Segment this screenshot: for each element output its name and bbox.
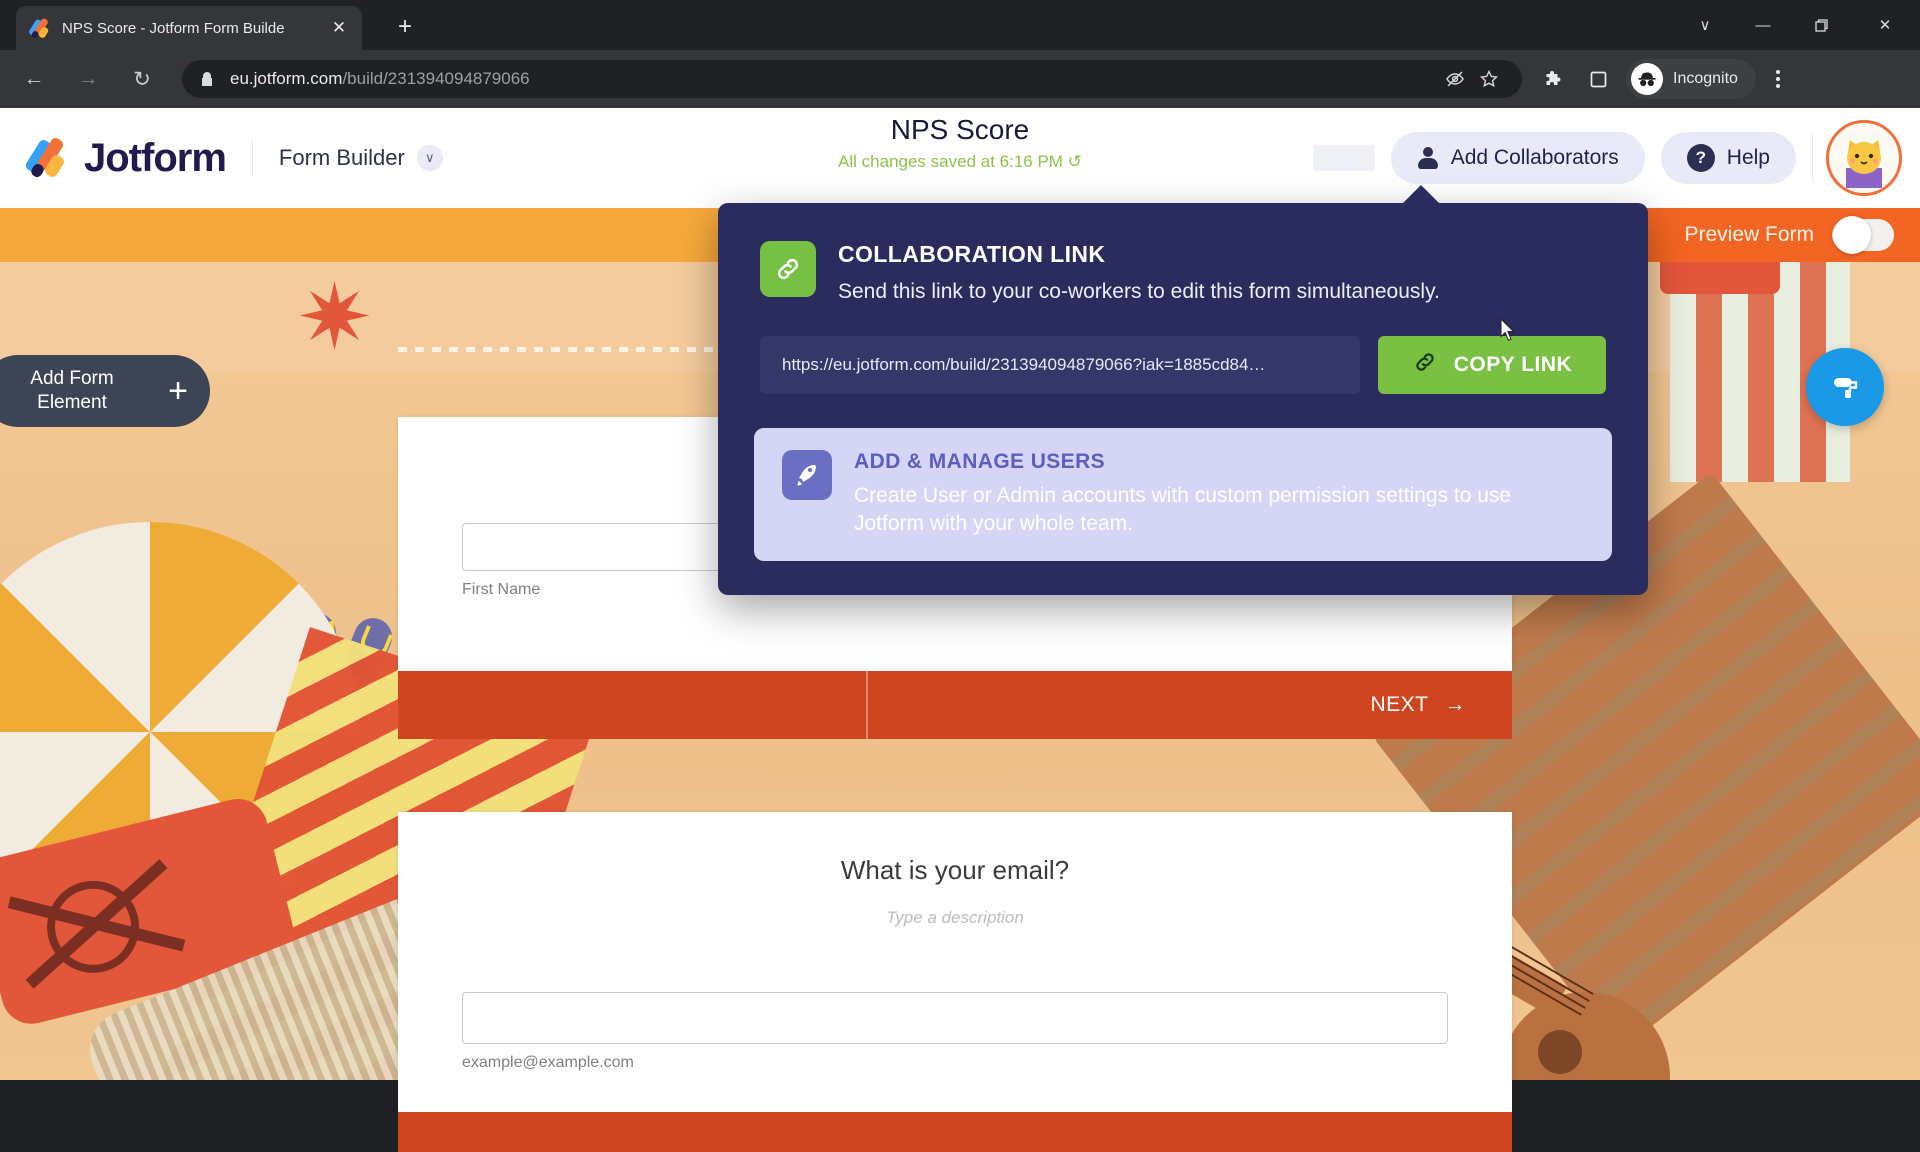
window-chevron-icon[interactable]: ∨ <box>1676 0 1734 50</box>
preview-form-label: Preview Form <box>1684 223 1814 246</box>
new-tab-button[interactable]: + <box>388 11 422 45</box>
red-marker-icon <box>1660 262 1780 294</box>
jotform-wordmark: Jotform <box>84 135 227 180</box>
add-form-element-line1: Add Form <box>30 368 114 390</box>
popover-arrow <box>1402 185 1440 204</box>
forward-icon[interactable]: → <box>68 59 108 99</box>
form-builder-menu[interactable]: Form Builder ∨ <box>279 145 443 171</box>
avatar-divider <box>1812 134 1813 182</box>
email-field-card: What is your email? Type a description e… <box>398 812 1512 1112</box>
collaboration-link-heading: COLLABORATION LINK <box>838 241 1106 267</box>
next-bar-seam <box>866 671 868 739</box>
browser-tab[interactable]: NPS Score - Jotform Form Builde ✕ <box>16 6 362 50</box>
paint-roller-icon <box>1834 378 1858 398</box>
add-form-element-button[interactable]: Add Form Element + <box>0 355 210 427</box>
side-panel-icon[interactable] <box>1576 57 1620 101</box>
email-input-wrap: example@example.com <box>462 992 1448 1072</box>
form-bottom-bar <box>398 1112 1512 1152</box>
star-icon[interactable] <box>1472 62 1506 96</box>
preview-form-toggle[interactable] <box>1832 216 1894 254</box>
email-hint: example@example.com <box>462 1054 634 1071</box>
incognito-label: Incognito <box>1673 70 1738 87</box>
hidden-chip <box>1312 145 1375 171</box>
next-button-label: NEXT <box>1370 693 1429 716</box>
theme-paint-roller-button[interactable] <box>1806 348 1884 426</box>
collaboration-link-subheading: Send this link to your co-workers to edi… <box>838 280 1440 303</box>
header-divider <box>251 139 253 177</box>
browser-toolbar: ← → ↻ eu.jotform.com/build/2313940948790… <box>0 50 1920 108</box>
collaboration-link-section: COLLABORATION LINK Send this link to you… <box>718 203 1648 304</box>
next-button[interactable]: NEXT → <box>398 671 1512 739</box>
email-question: What is your email? <box>840 855 1070 885</box>
copy-link-button[interactable]: COPY LINK <box>1378 336 1606 394</box>
person-icon <box>1417 147 1439 169</box>
starfish-icon: ✷ <box>296 267 374 369</box>
link-chain-icon <box>760 241 816 297</box>
url-host: eu.jotform.com <box>230 69 343 88</box>
eye-off-icon[interactable] <box>1438 62 1472 96</box>
lock-icon <box>198 71 216 87</box>
back-icon[interactable]: ← <box>14 59 54 99</box>
window-maximize-icon[interactable] <box>1792 0 1850 50</box>
plus-icon: + <box>168 371 188 410</box>
help-label: Help <box>1726 146 1770 169</box>
arrow-right-icon: → <box>1444 693 1466 716</box>
email-description[interactable]: Type a description <box>398 908 1512 928</box>
add-manage-users-section[interactable]: ADD & MANAGE USERS Create User or Admin … <box>754 428 1612 561</box>
next-button-label-group: NEXT → <box>1370 693 1466 717</box>
browser-tab-strip: NPS Score - Jotform Form Builde ✕ + ∨ — … <box>0 0 1920 50</box>
jotform-favicon-icon <box>28 17 50 40</box>
reload-icon[interactable]: ↻ <box>122 59 162 99</box>
chevron-down-icon: ∨ <box>416 145 443 171</box>
copy-link-label: COPY LINK <box>1453 353 1573 376</box>
collaboration-link-text-block: COLLABORATION LINK Send this link to you… <box>838 241 1440 304</box>
omnibox-actions <box>1424 62 1506 96</box>
incognito-profile-button[interactable]: Incognito <box>1626 59 1756 99</box>
collaboration-popover: COLLABORATION LINK Send this link to you… <box>718 185 1648 595</box>
add-manage-users-body: Create User or Admin accounts with custo… <box>854 484 1512 536</box>
tab-title: NPS Score - Jotform Form Builde <box>62 19 285 37</box>
kebab-menu-icon[interactable] <box>1756 57 1800 101</box>
email-input[interactable] <box>462 992 1448 1044</box>
collaboration-link-value[interactable]: https://eu.jotform.com/build/23139409487… <box>760 336 1360 394</box>
mouse-cursor <box>1500 317 1518 344</box>
tab-close-icon[interactable]: ✕ <box>326 15 352 41</box>
add-manage-users-heading: ADD & MANAGE USERS <box>854 450 1106 473</box>
jotform-header: Jotform Form Builder ∨ NPS Score All cha… <box>0 108 1920 208</box>
jotform-logo-icon <box>23 136 70 179</box>
copy-link-chain-icon <box>1412 349 1438 381</box>
extensions-puzzle-icon[interactable] <box>1532 57 1576 101</box>
rocket-icon <box>782 450 832 500</box>
add-collaborators-button[interactable]: Add Collaborators <box>1390 132 1645 184</box>
incognito-hat-icon <box>1631 63 1663 95</box>
toolbar-right: Incognito <box>1532 57 1806 101</box>
address-bar[interactable]: eu.jotform.com/build/231394094879066 <box>182 60 1522 98</box>
cat-avatar-icon <box>1826 120 1902 196</box>
add-collaborators-label: Add Collaborators <box>1450 146 1619 169</box>
add-manage-users-text-block: ADD & MANAGE USERS Create User or Admin … <box>854 450 1584 539</box>
jotform-logo[interactable]: Jotform <box>23 135 227 181</box>
question-mark-icon: ? <box>1686 144 1715 172</box>
window-close-icon[interactable]: ✕ <box>1850 0 1920 50</box>
form-builder-label: Form Builder <box>278 145 405 170</box>
url-path: /build/231394094879066 <box>342 69 530 88</box>
add-form-element-label: Add Form Element <box>0 367 146 415</box>
avatar[interactable] <box>1812 120 1902 196</box>
add-form-element-line2: Element <box>37 392 107 413</box>
url-text: eu.jotform.com/build/231394094879066 <box>230 69 530 89</box>
window-minimize-icon[interactable]: — <box>1734 0 1792 50</box>
help-button[interactable]: ? Help <box>1660 132 1796 184</box>
window-controls: ∨ — ✕ <box>1676 0 1920 50</box>
